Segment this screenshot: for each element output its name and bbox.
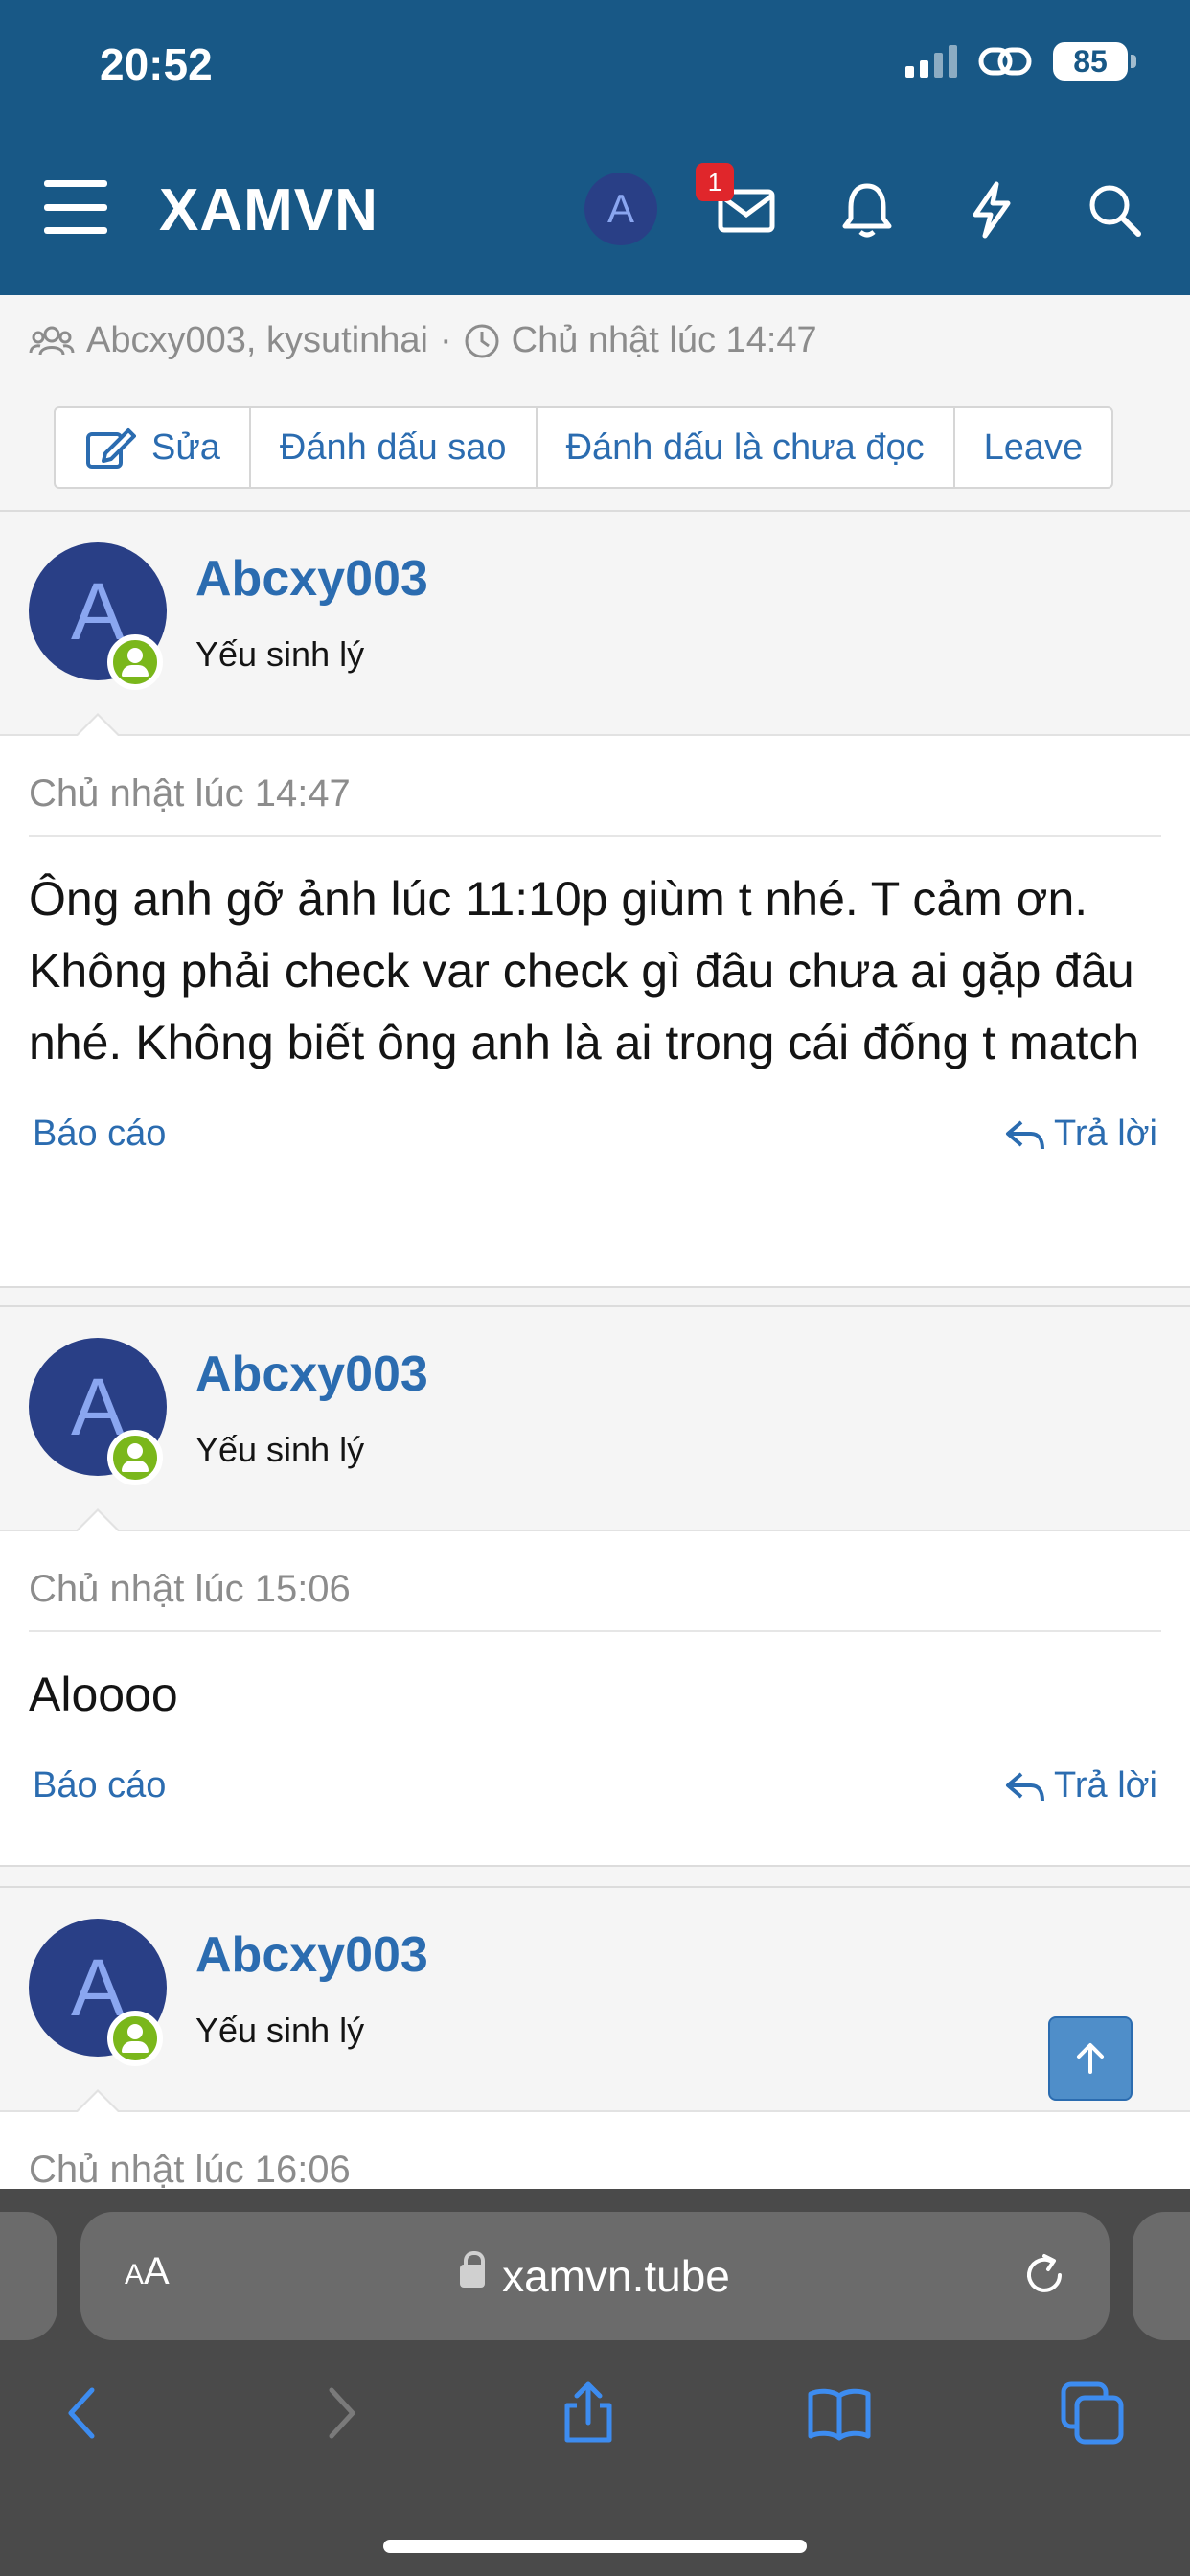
star-button[interactable]: Đánh dấu sao: [251, 408, 538, 487]
user-title: Yếu sinh lý: [195, 1430, 365, 1469]
post-user-block: A Abcxy003 Yếu sinh lý: [0, 512, 1190, 737]
reply-label: Trả lời: [1054, 1765, 1157, 1806]
hamburger-icon[interactable]: [44, 180, 107, 234]
forward-icon[interactable]: [305, 2379, 374, 2448]
arrow-up-icon: [1077, 2043, 1104, 2074]
online-status-icon: [107, 2011, 163, 2066]
meta-separator: ·: [439, 320, 452, 360]
share-icon[interactable]: [554, 2379, 623, 2448]
browser-toolbar: AA xamvn.tube: [0, 2189, 1190, 2576]
username[interactable]: Abcxy003: [195, 550, 428, 608]
main-nav: XAMVN A 1: [0, 163, 1190, 259]
user-title: Yếu sinh lý: [195, 2011, 365, 2050]
message-post: A Abcxy003 Yếu sinh lý Chủ nhật lúc 16:0…: [0, 1886, 1190, 2213]
post-body: Aloooo: [29, 1668, 178, 1721]
reply-arrow-icon: [1006, 1119, 1045, 1149]
report-link[interactable]: Báo cáo: [33, 1114, 166, 1155]
online-status-icon: [107, 634, 163, 690]
post-actions: Báo cáo Trả lời: [0, 1079, 1190, 1184]
reply-arrow-icon: [1006, 1771, 1045, 1801]
post-actions: Báo cáo Trả lời: [0, 1731, 1190, 1836]
home-indicator: [383, 2540, 807, 2553]
pencil-icon: [86, 428, 136, 469]
site-logo[interactable]: XAMVN: [159, 176, 378, 244]
report-link[interactable]: Báo cáo: [33, 1765, 166, 1806]
url-text: xamvn.tube: [502, 2251, 730, 2301]
app-header: 20:52 85 XAMVN A 1: [0, 0, 1190, 295]
signal-icon: [905, 45, 957, 78]
leave-label: Leave: [983, 426, 1084, 468]
edit-button[interactable]: Sửa: [56, 408, 251, 487]
reply-link[interactable]: Trả lời: [1004, 1114, 1157, 1155]
lightning-icon[interactable]: [958, 176, 1025, 243]
post-date[interactable]: Chủ nhật lúc 15:06: [29, 1531, 1161, 1632]
reply-label: Trả lời: [1054, 1114, 1157, 1154]
post-body: Ông anh gỡ ảnh lúc 11:10p giùm t nhé. T …: [29, 872, 1140, 1070]
username[interactable]: Abcxy003: [195, 1346, 428, 1403]
clock-icon: [465, 324, 499, 357]
edit-label: Sửa: [151, 426, 220, 468]
reply-link[interactable]: Trả lời: [1004, 1765, 1157, 1806]
scroll-to-top-button[interactable]: [1048, 2016, 1133, 2101]
address-bar[interactable]: AA xamvn.tube: [80, 2212, 1110, 2340]
link-icon: [978, 47, 1032, 76]
url-display[interactable]: xamvn.tube: [80, 2250, 1110, 2302]
message-post: A Abcxy003 Yếu sinh lý Chủ nhật lúc 15:0…: [0, 1305, 1190, 1867]
thread-actions: Sửa Đánh dấu sao Đánh dấu là chưa đọc Le…: [54, 406, 1114, 489]
star-label: Đánh dấu sao: [279, 426, 507, 468]
status-time: 20:52: [100, 39, 213, 89]
message-post: A Abcxy003 Yếu sinh lý Chủ nhật lúc 14:4…: [0, 510, 1190, 1288]
battery-icon: 85: [1053, 42, 1136, 80]
leave-button[interactable]: Leave: [955, 408, 1112, 487]
reload-icon[interactable]: [1016, 2246, 1073, 2304]
back-icon[interactable]: [50, 2379, 119, 2448]
account-avatar[interactable]: A: [584, 172, 657, 245]
online-status-icon: [107, 1430, 163, 1485]
tabs-icon[interactable]: [1058, 2379, 1127, 2448]
search-icon[interactable]: [1081, 176, 1148, 243]
users-icon: [29, 326, 75, 355]
thread-participants[interactable]: Abcxy003, kysutinhai: [86, 320, 428, 361]
post-user-block: A Abcxy003 Yếu sinh lý: [0, 1307, 1190, 1532]
mark-unread-button[interactable]: Đánh dấu là chưa đọc: [538, 408, 955, 487]
next-tab-preview[interactable]: [1133, 2212, 1190, 2340]
mark-unread-label: Đánh dấu là chưa đọc: [565, 426, 925, 468]
bookmarks-icon[interactable]: [805, 2379, 874, 2448]
user-title: Yếu sinh lý: [195, 634, 365, 674]
bell-icon[interactable]: [834, 176, 901, 243]
username[interactable]: Abcxy003: [195, 1926, 428, 1984]
inbox-badge: 1: [696, 163, 734, 201]
lock-icon: [460, 2250, 486, 2288]
post-user-block: A Abcxy003 Yếu sinh lý: [0, 1888, 1190, 2113]
thread-meta: Abcxy003, kysutinhai · Chủ nhật lúc 14:4…: [29, 320, 817, 361]
status-icons: 85: [905, 42, 1136, 80]
previous-tab-preview[interactable]: [0, 2212, 57, 2340]
post-date[interactable]: Chủ nhật lúc 14:47: [29, 736, 1161, 837]
thread-date: Chủ nhật lúc 14:47: [511, 320, 817, 360]
